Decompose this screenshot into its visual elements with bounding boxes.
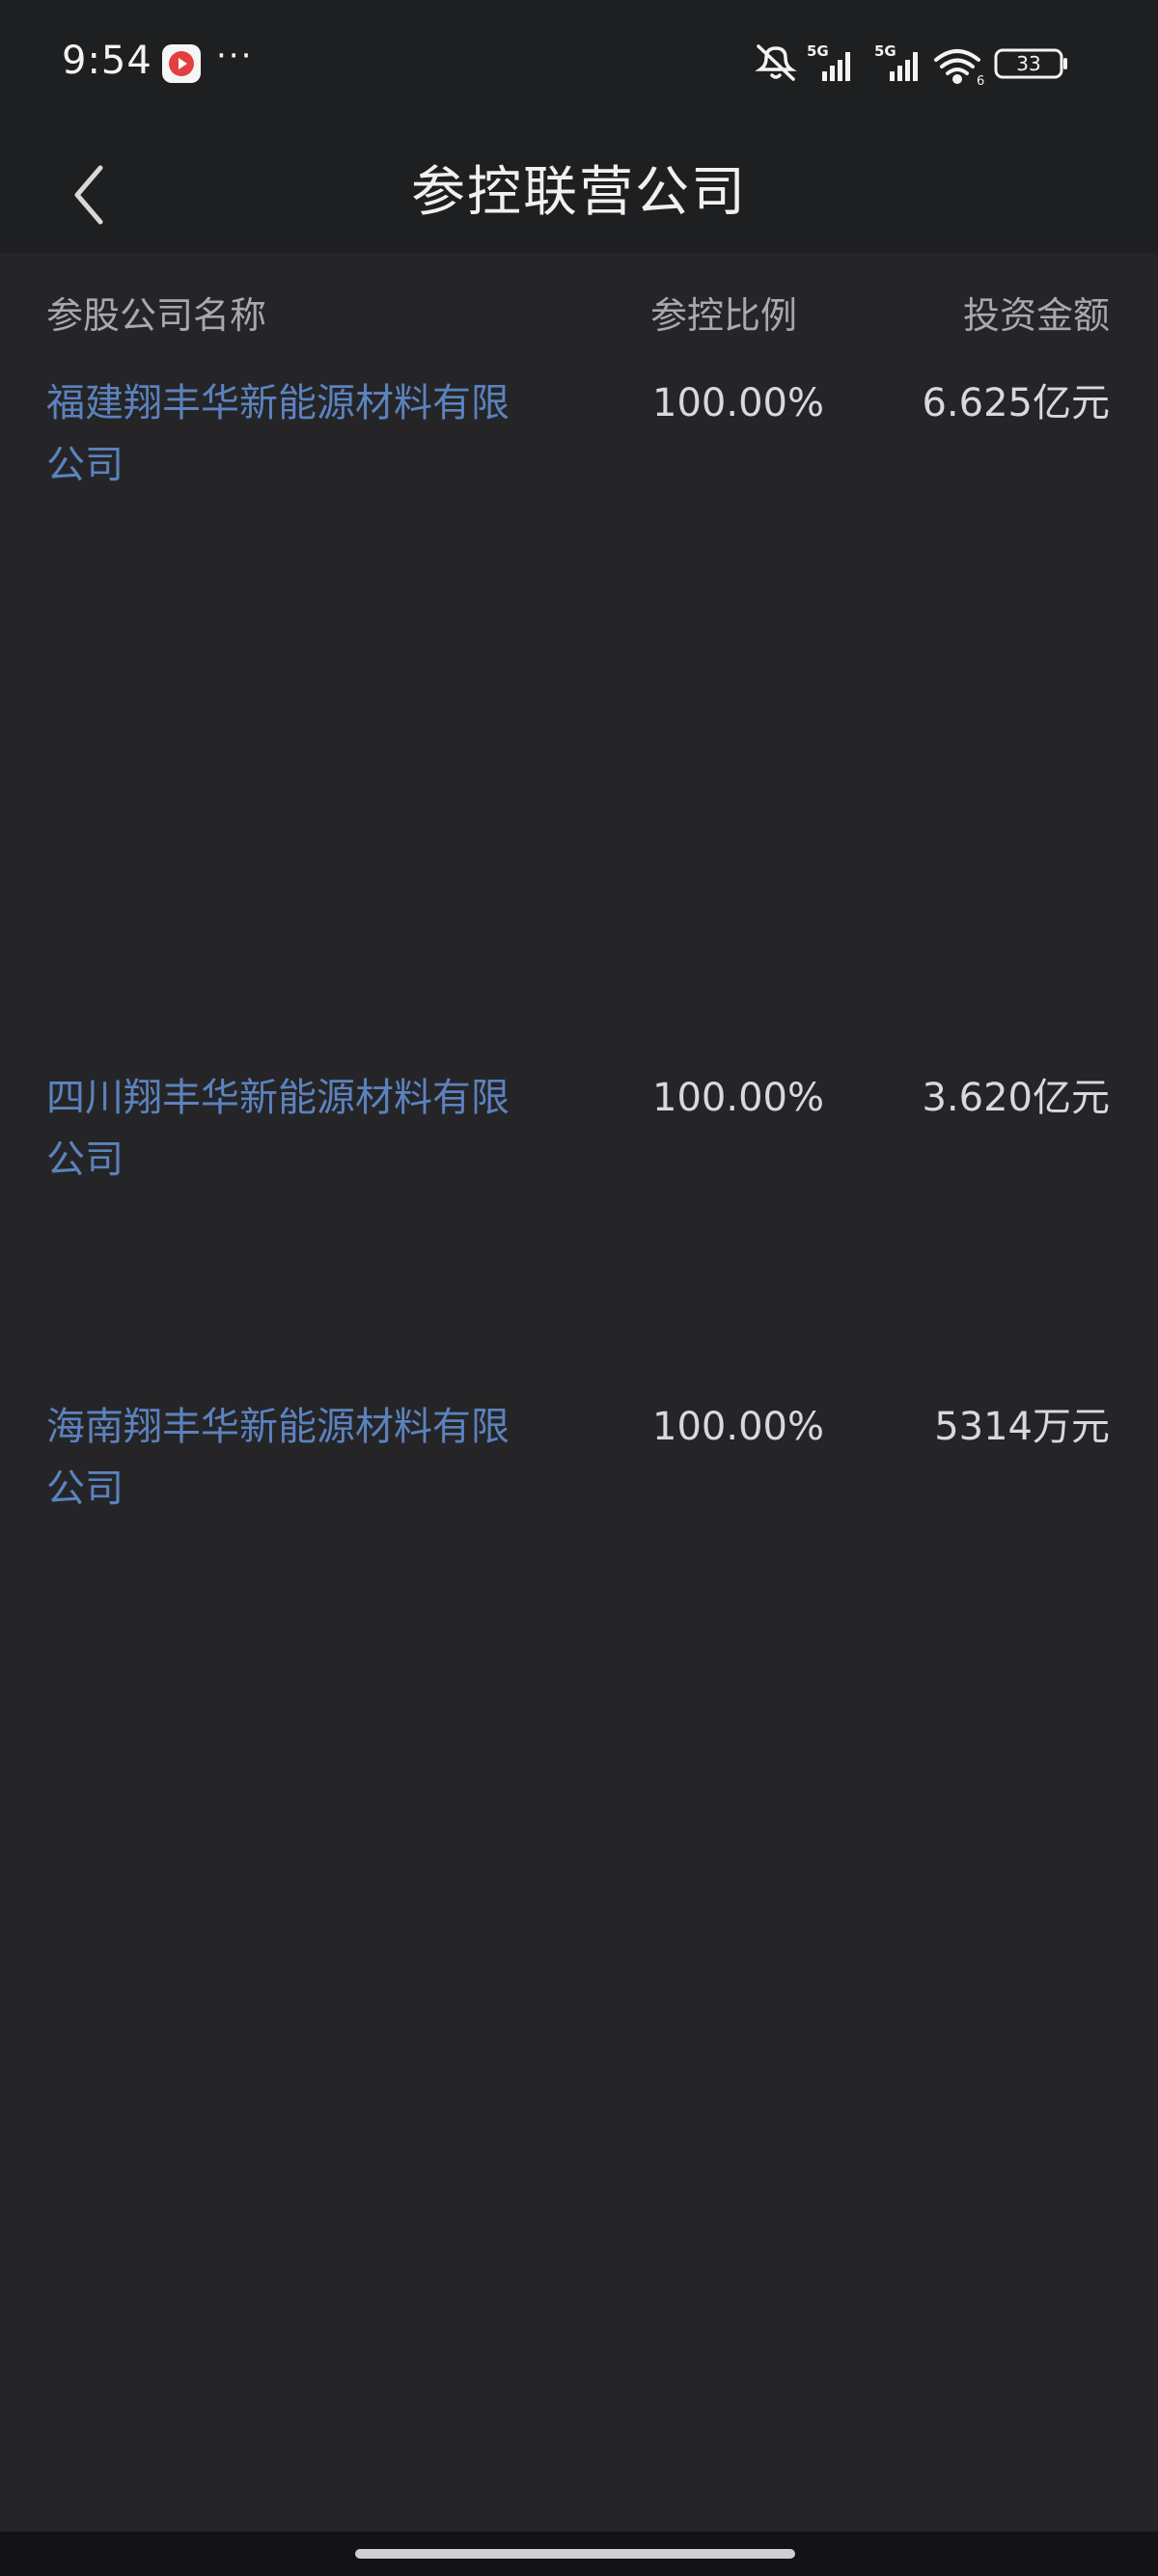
mute-icon: [755, 44, 797, 81]
content-area: 参股公司名称 参控比例 投资金额 福建翔丰华新能源材料有限公司 100.00% …: [0, 253, 1158, 2532]
table-header: 参股公司名称 参控比例 投资金额: [0, 286, 1158, 343]
status-icons-svg: 5G 5G 6 33: [755, 42, 1067, 87]
amount-value: 6.625亿元: [922, 381, 1110, 425]
svg-text:6: 6: [977, 74, 984, 87]
column-header-ratio: 参控比例: [650, 294, 798, 337]
app-notification-icon: [162, 44, 201, 83]
status-time: 9:54: [62, 39, 152, 83]
wifi-icon: 6: [934, 49, 984, 87]
company-link[interactable]: 四川翔丰华新能源材料有限公司: [46, 1067, 510, 1191]
battery-level: 33: [1016, 52, 1040, 75]
signal-icon: 5G: [807, 42, 850, 81]
signal-icon-2: 5G: [874, 42, 918, 81]
more-notifications-icon: ···: [216, 37, 254, 75]
ratio-value: 100.00%: [652, 381, 824, 425]
gesture-bar: [0, 2532, 1158, 2576]
amount-value: 5314万元: [934, 1405, 1110, 1449]
ratio-value: 100.00%: [652, 1405, 824, 1449]
network-label-2: 5G: [874, 42, 896, 60]
battery-icon: 33: [994, 48, 1067, 79]
navigation-bar: 参控联营公司: [0, 125, 1158, 253]
amount-value: 3.620亿元: [922, 1076, 1110, 1120]
company-link[interactable]: 福建翔丰华新能源材料有限公司: [46, 372, 510, 496]
company-link[interactable]: 海南翔丰华新能源材料有限公司: [46, 1396, 510, 1520]
column-header-name: 参股公司名称: [46, 294, 267, 337]
status-bar: 9:54 ··· 5G 5G 6 33: [0, 0, 1158, 125]
status-icons: 5G 5G 6 33: [753, 41, 1090, 87]
column-header-amount: 投资金额: [962, 294, 1110, 337]
page-title: 参控联营公司: [411, 161, 747, 224]
top-bar: 9:54 ··· 5G 5G 6 33 参控联营公司: [0, 0, 1158, 253]
network-label-1: 5G: [807, 42, 829, 60]
home-indicator[interactable]: [355, 2549, 795, 2559]
ratio-value: 100.00%: [652, 1076, 824, 1120]
